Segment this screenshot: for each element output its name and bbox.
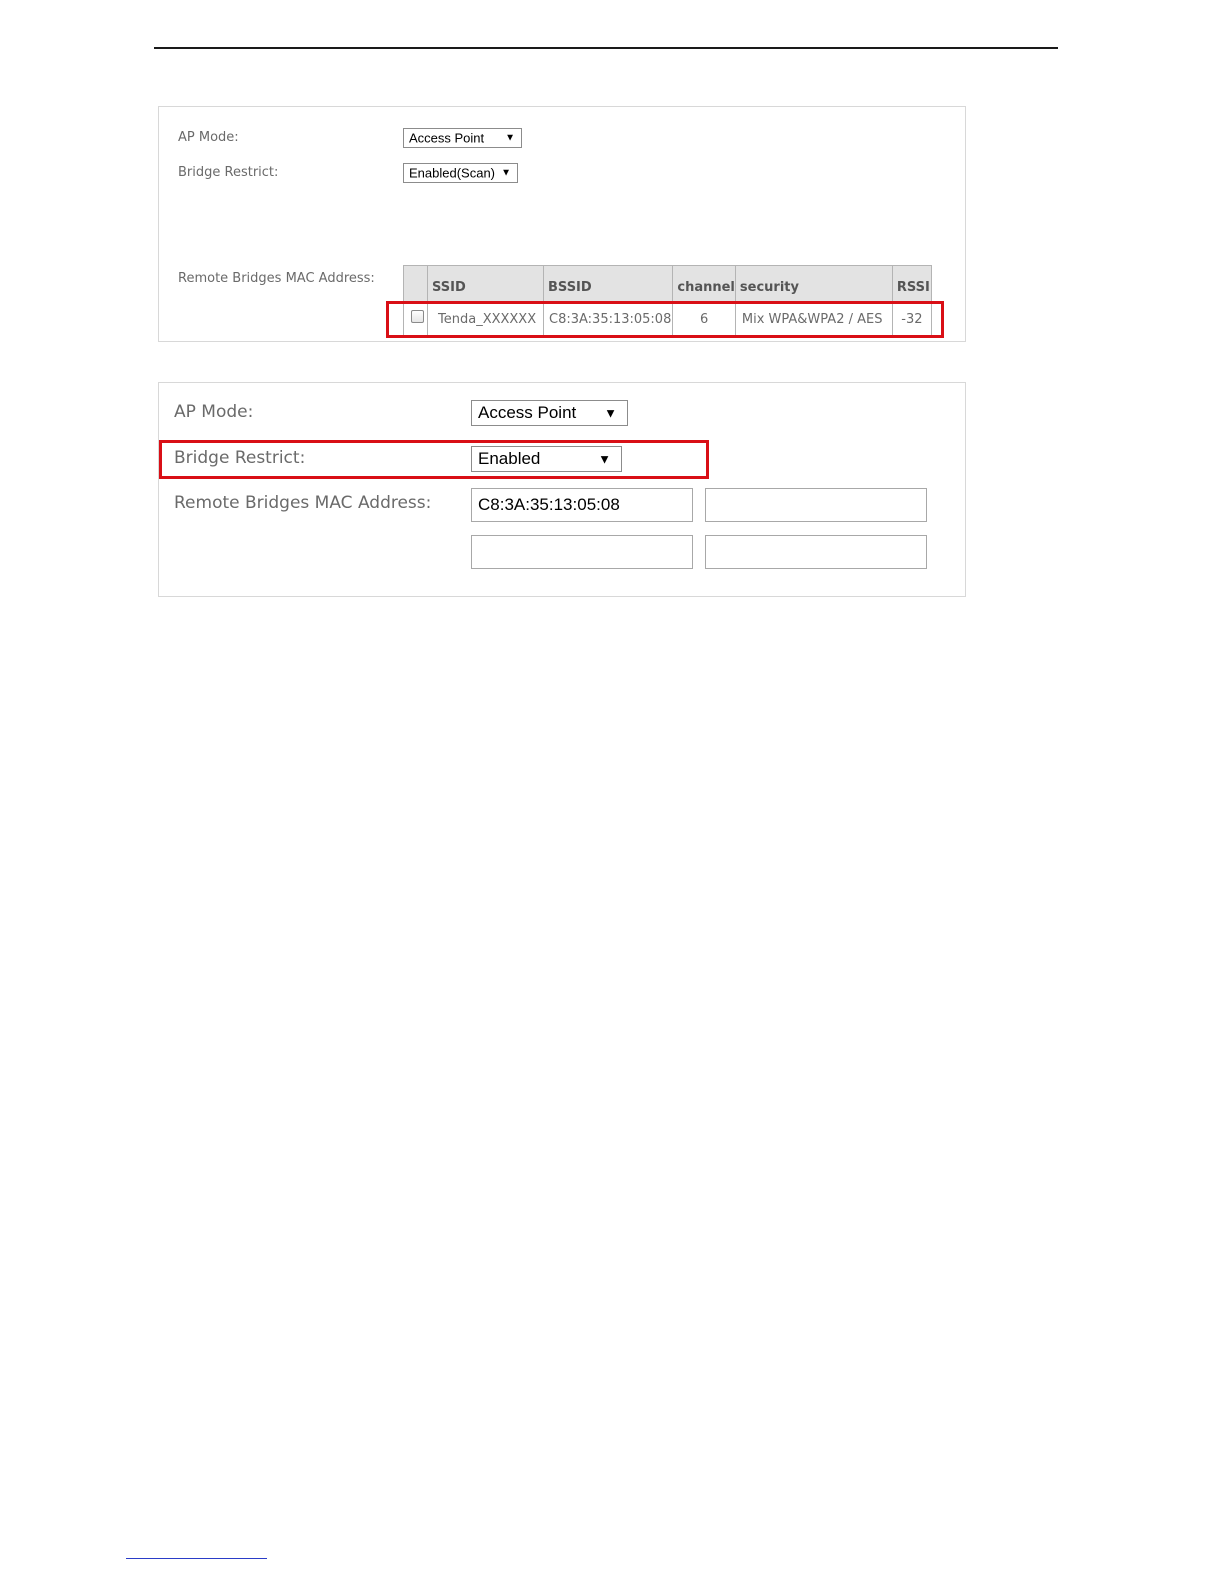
table-header-row: SSID BSSID channel security RSSI xyxy=(403,265,932,302)
mac-address-field-3[interactable] xyxy=(471,535,693,569)
mac-address-field-4[interactable] xyxy=(705,535,927,569)
bssid-cell: C8:3A:35:13:05:08 xyxy=(542,301,674,338)
checkbox-icon[interactable] xyxy=(411,310,424,323)
bridge-restrict-select[interactable]: Enabled(Scan) ▼ xyxy=(403,163,518,183)
bridge-restrict-label: Bridge Restrict: xyxy=(178,165,279,180)
bridge-restrict-label: Bridge Restrict: xyxy=(174,448,306,468)
remote-bridges-label: Remote Bridges MAC Address: xyxy=(174,493,432,513)
header-select xyxy=(403,265,428,302)
scan-results-table: SSID BSSID channel security RSSI Tenda_X… xyxy=(403,265,932,338)
ap-mode-select[interactable]: Access Point ▼ xyxy=(471,400,628,426)
header-ssid: SSID xyxy=(427,265,544,302)
footer-rule xyxy=(126,1558,267,1559)
remote-bridges-label: Remote Bridges MAC Address: xyxy=(178,271,375,286)
table-row[interactable]: Tenda_XXXXXX C8:3A:35:13:05:08 6 Mix WPA… xyxy=(403,301,932,338)
header-bssid: BSSID xyxy=(542,265,674,302)
ap-mode-label: AP Mode: xyxy=(178,130,239,145)
ap-mode-value: Access Point xyxy=(409,130,485,146)
bridge-restrict-value: Enabled(Scan) xyxy=(409,165,495,181)
bridge-restrict-value: Enabled xyxy=(478,449,541,468)
ssid-cell: Tenda_XXXXXX xyxy=(427,301,544,338)
ap-mode-value: Access Point xyxy=(478,403,577,422)
ap-mode-select[interactable]: Access Point ▼ xyxy=(403,128,522,148)
bridge-restrict-select[interactable]: Enabled ▼ xyxy=(471,446,622,472)
dropdown-arrow-icon: ▼ xyxy=(598,451,611,467)
dropdown-arrow-icon: ▼ xyxy=(604,405,617,421)
dropdown-arrow-icon: ▼ xyxy=(501,167,511,179)
header-channel: channel xyxy=(672,265,736,302)
dropdown-arrow-icon: ▼ xyxy=(505,132,515,144)
header-rssi: RSSI xyxy=(891,265,932,302)
mac-address-field-1[interactable]: C8:3A:35:13:05:08 xyxy=(471,488,693,522)
rssi-cell: -32 xyxy=(891,301,932,338)
header-security: security xyxy=(734,265,893,302)
row-select-cell xyxy=(403,301,428,338)
manual-mode-panel: AP Mode: Access Point ▼ Bridge Restrict:… xyxy=(158,382,966,597)
mac-address-field-2[interactable] xyxy=(705,488,927,522)
scan-mode-panel: AP Mode: Access Point ▼ Bridge Restrict:… xyxy=(158,106,966,342)
security-cell: Mix WPA&WPA2 / AES xyxy=(734,301,893,338)
channel-cell: 6 xyxy=(672,301,736,338)
header-rule xyxy=(154,47,1058,49)
ap-mode-label: AP Mode: xyxy=(174,402,254,422)
